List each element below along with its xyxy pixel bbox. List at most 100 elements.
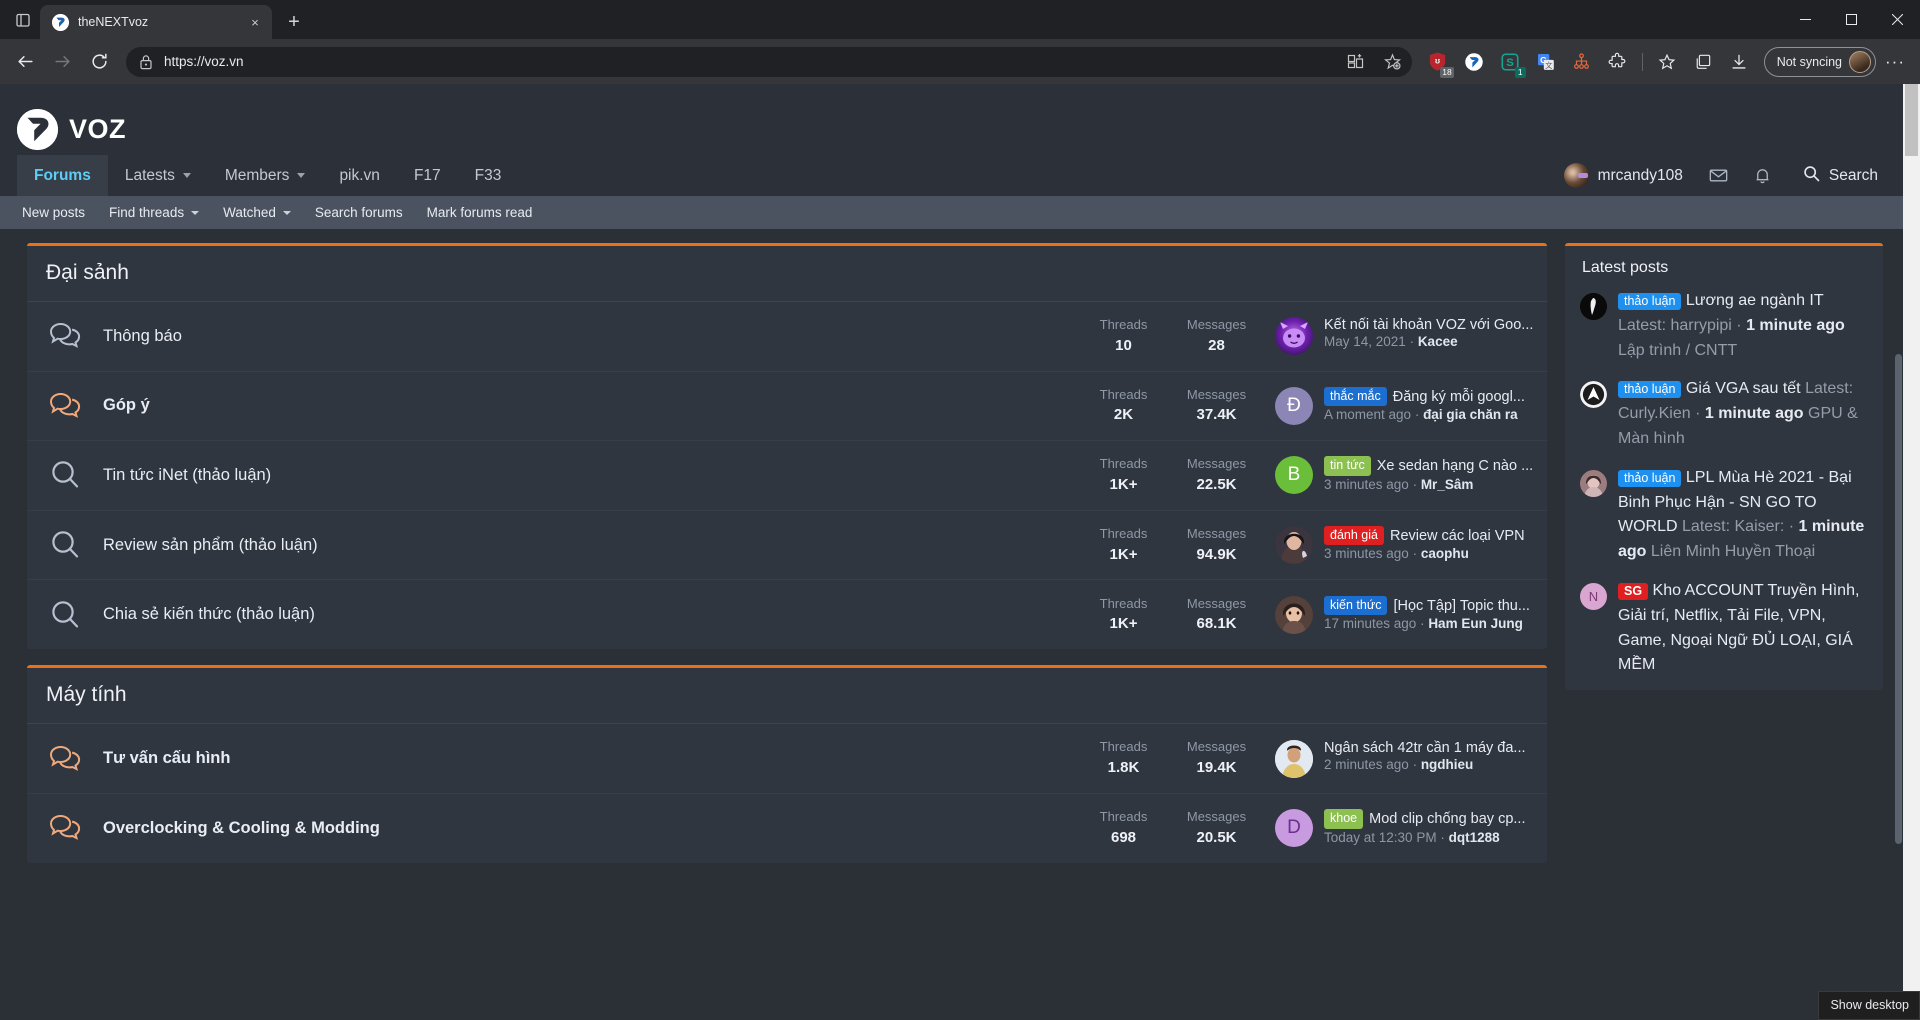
- thread-prefix[interactable]: SG: [1618, 582, 1649, 600]
- forum-row[interactable]: Overclocking & Cooling & Modding Threads…: [27, 794, 1547, 863]
- nav-item-pikvn[interactable]: pik.vn: [322, 155, 397, 196]
- envelope-icon[interactable]: [1697, 155, 1741, 196]
- browser-tab[interactable]: theNEXTvoz ×: [40, 5, 272, 39]
- last-post-title[interactable]: Ngân sách 42tr cần 1 máy đa...: [1324, 740, 1543, 756]
- avatar[interactable]: [1580, 469, 1607, 497]
- author[interactable]: Kaiser:: [1735, 518, 1785, 535]
- sync-status-button[interactable]: Not syncing: [1763, 46, 1876, 77]
- author[interactable]: dqt1288: [1449, 830, 1500, 845]
- split-screen-icon[interactable]: [1343, 49, 1369, 75]
- maximize-icon[interactable]: [1828, 0, 1874, 39]
- post-title-line[interactable]: SG Kho ACCOUNT Truyền Hình, Giải trí, Ne…: [1618, 582, 1859, 673]
- list-item[interactable]: N SG Kho ACCOUNT Truyền Hình, Giải trí, …: [1565, 577, 1883, 690]
- avatar[interactable]: [1275, 739, 1313, 778]
- page-scrollbar[interactable]: [1903, 84, 1920, 1020]
- last-post-title[interactable]: Kết nối tài khoản VOZ với Goo...: [1324, 317, 1543, 333]
- last-post-title[interactable]: đánh giá Review các loại VPN: [1324, 526, 1543, 546]
- thread-prefix[interactable]: tin tức: [1324, 456, 1371, 476]
- site-logo[interactable]: VOZ: [0, 103, 1903, 155]
- voz-extension-icon[interactable]: [1457, 45, 1491, 79]
- avatar[interactable]: B: [1275, 456, 1313, 495]
- list-item[interactable]: thảo luận Giá VGA sau tết Latest: Curly.…: [1565, 375, 1883, 463]
- forum-title[interactable]: Review sản phẩm (thảo luận): [103, 536, 1077, 555]
- forum-title[interactable]: Tin tức iNet (thảo luận): [103, 466, 1077, 485]
- new-tab-button[interactable]: +: [279, 7, 309, 37]
- thread-prefix[interactable]: thắc mắc: [1324, 386, 1387, 407]
- forum-title[interactable]: Chia sẻ kiến thức (thảo luận): [103, 605, 1077, 624]
- subnav-item-search-forums[interactable]: Search forums: [303, 196, 415, 229]
- browser-menu-button[interactable]: ···: [1878, 45, 1912, 79]
- subnav-item-find-threads[interactable]: Find threads: [97, 196, 211, 229]
- avatar[interactable]: D: [1275, 809, 1313, 848]
- thread-prefix[interactable]: đánh giá: [1324, 526, 1384, 546]
- bell-icon[interactable]: [1741, 155, 1785, 196]
- list-item[interactable]: thảo luận LPL Mùa Hè 2021 - Bại Binh Phụ…: [1565, 464, 1883, 577]
- nav-item-f17[interactable]: F17: [397, 155, 458, 196]
- forum-row[interactable]: Tư vấn cấu hình Threads 1.8K Messages 19…: [27, 724, 1547, 794]
- forum-row[interactable]: Góp ý Threads 2K Messages 37.4K Đ thắc m…: [27, 372, 1547, 442]
- forum-title[interactable]: Tư vấn cấu hình: [103, 749, 1077, 768]
- avatar[interactable]: [1275, 317, 1313, 356]
- sitemap-extension-icon[interactable]: [1565, 45, 1599, 79]
- sidebar-scrollbar[interactable]: [1894, 84, 1903, 1020]
- avatar[interactable]: Đ: [1275, 386, 1313, 425]
- author[interactable]: Mr_Sâm: [1421, 477, 1474, 492]
- search-button[interactable]: Search: [1785, 155, 1888, 196]
- forum-row[interactable]: Tin tức iNet (thảo luận) Threads 1K+ Mes…: [27, 441, 1547, 511]
- minimize-icon[interactable]: [1782, 0, 1828, 39]
- author[interactable]: Kacee: [1418, 334, 1458, 349]
- reload-icon[interactable]: [82, 44, 117, 79]
- author[interactable]: Ham Eun Jung: [1428, 616, 1523, 631]
- forum-row[interactable]: Thông báo Threads 10 Messages 28 Kết nối…: [27, 302, 1547, 372]
- back-arrow-icon[interactable]: [8, 44, 43, 79]
- author[interactable]: Curly.Kien: [1618, 405, 1691, 422]
- nav-item-latests[interactable]: Latests: [108, 155, 208, 196]
- subnav-item-mark-forums-read[interactable]: Mark forums read: [415, 196, 545, 229]
- forum-title[interactable]: Overclocking & Cooling & Modding: [103, 819, 1077, 838]
- post-forum[interactable]: Liên Minh Huyền Thoại: [1651, 543, 1815, 560]
- sider-extension-icon[interactable]: S 1: [1493, 45, 1527, 79]
- subnav-item-watched[interactable]: Watched: [211, 196, 303, 229]
- collections-favorite-icon[interactable]: [1650, 45, 1684, 79]
- google-translate-icon[interactable]: G 文: [1529, 45, 1563, 79]
- forward-arrow-icon[interactable]: [45, 44, 80, 79]
- avatar[interactable]: [1580, 381, 1607, 409]
- avatar[interactable]: [1275, 595, 1313, 634]
- subnav-item-new-posts[interactable]: New posts: [10, 196, 97, 229]
- post-forum[interactable]: Lập trình / CNTT: [1618, 342, 1737, 359]
- scrollbar-thumb[interactable]: [1905, 84, 1918, 156]
- post-title-line[interactable]: thảo luận Lương ae ngành IT: [1618, 292, 1823, 310]
- nav-item-f33[interactable]: F33: [458, 155, 519, 196]
- last-post-title[interactable]: khoe Mod clip chống bay cp...: [1324, 809, 1543, 829]
- nav-item-members[interactable]: Members: [208, 155, 323, 196]
- url-text[interactable]: https://voz.vn: [164, 54, 1332, 69]
- author[interactable]: caophu: [1421, 546, 1469, 561]
- forum-title[interactable]: Thông báo: [103, 327, 1077, 346]
- puzzle-extensions-icon[interactable]: [1601, 45, 1635, 79]
- close-icon[interactable]: [1874, 0, 1920, 39]
- thread-prefix[interactable]: thảo luận: [1618, 469, 1682, 487]
- author[interactable]: ngdhieu: [1421, 757, 1474, 772]
- thread-prefix[interactable]: khoe: [1324, 809, 1364, 829]
- author[interactable]: harrypipi: [1670, 317, 1731, 334]
- account-menu[interactable]: mrcandy108: [1550, 155, 1697, 196]
- last-post-title[interactable]: tin tức Xe sedan hạng C nào ...: [1324, 456, 1543, 476]
- avatar[interactable]: [1275, 526, 1313, 565]
- forum-row[interactable]: Review sản phẩm (thảo luận) Threads 1K+ …: [27, 511, 1547, 581]
- avatar[interactable]: N: [1580, 582, 1607, 610]
- collections-icon[interactable]: [1686, 45, 1720, 79]
- profile-avatar[interactable]: [1849, 50, 1871, 73]
- ublock-origin-icon[interactable]: ʊ 18: [1421, 45, 1455, 79]
- list-item[interactable]: thảo luận Lương ae ngành IT Latest: harr…: [1565, 287, 1883, 375]
- last-post-title[interactable]: thắc mắc Đăng ký mỗi googl...: [1324, 386, 1543, 407]
- avatar[interactable]: [1580, 293, 1607, 320]
- close-icon[interactable]: ×: [246, 13, 264, 31]
- add-favorite-icon[interactable]: [1380, 49, 1406, 75]
- address-bar[interactable]: https://voz.vn: [126, 46, 1412, 77]
- thread-prefix[interactable]: thảo luận: [1618, 293, 1682, 310]
- author[interactable]: đại gia chăn ra: [1423, 407, 1518, 422]
- forum-title[interactable]: Góp ý: [103, 396, 1077, 415]
- forum-row[interactable]: Chia sẻ kiến thức (thảo luận) Threads 1K…: [27, 580, 1547, 649]
- tab-search-icon[interactable]: [6, 3, 40, 37]
- thread-prefix[interactable]: kiến thức: [1324, 595, 1388, 616]
